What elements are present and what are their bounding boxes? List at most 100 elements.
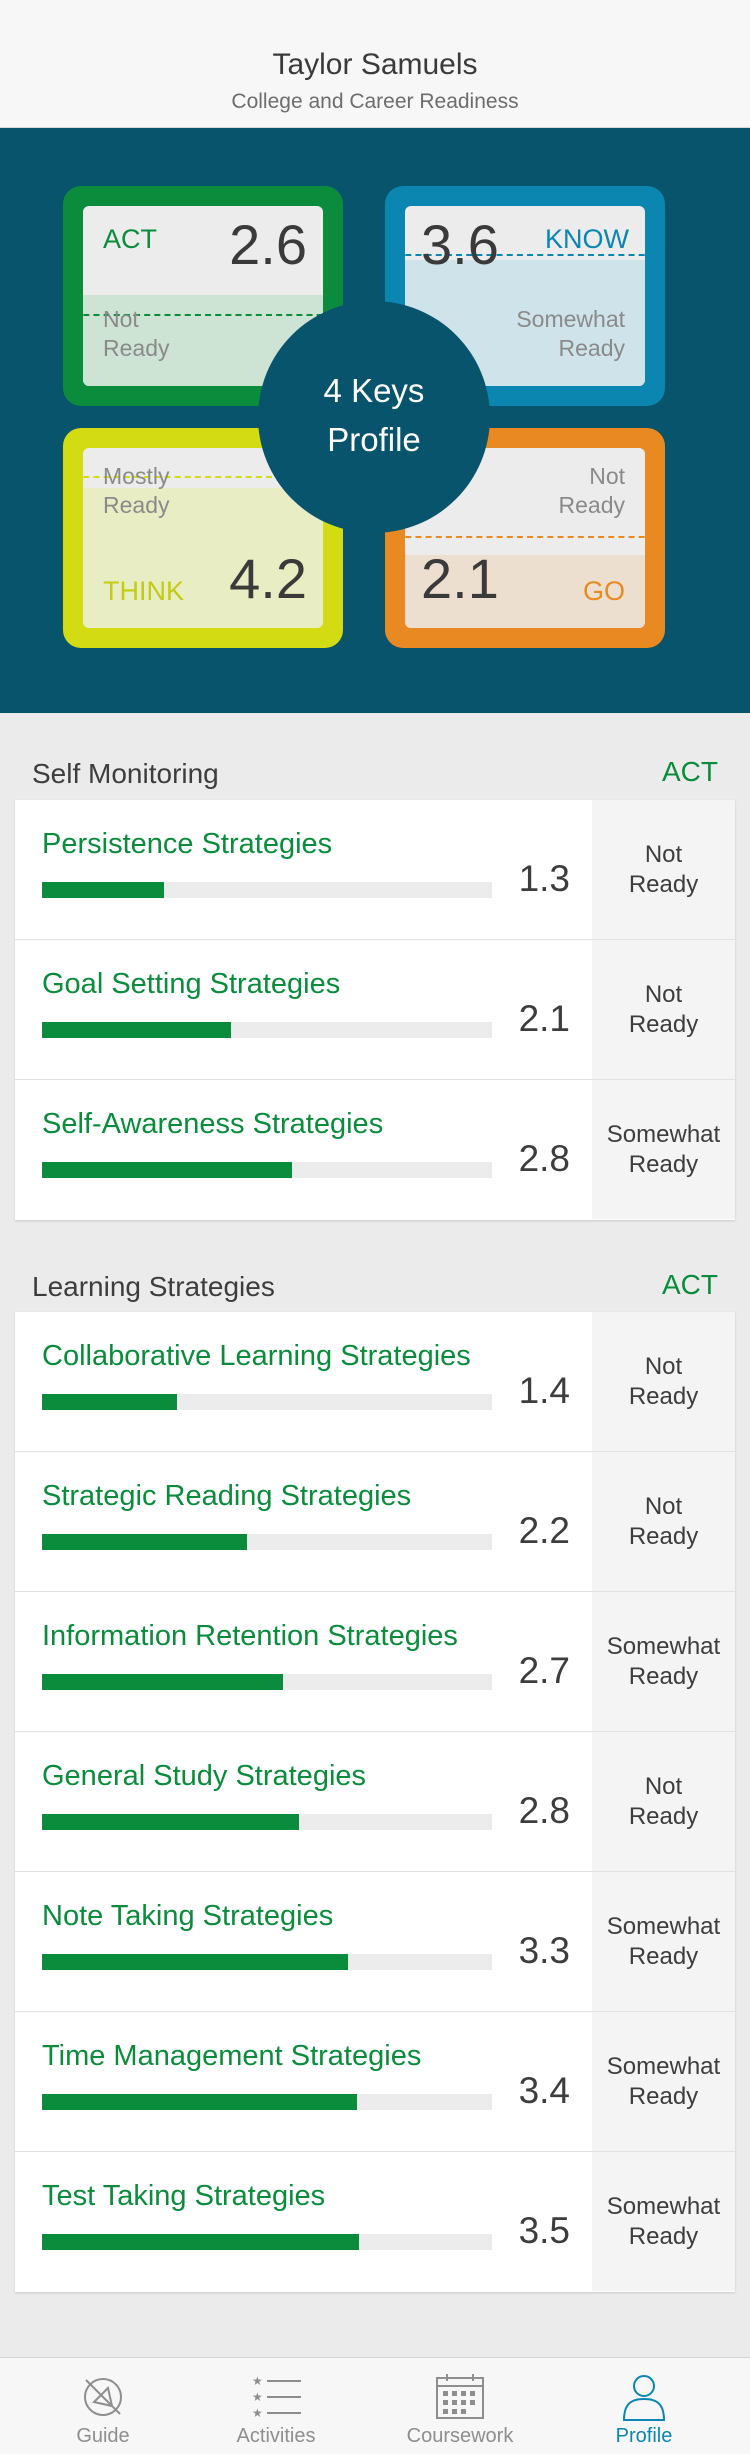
strategy-progress-bar	[42, 1814, 299, 1830]
strategy-status: Not Ready	[592, 1732, 735, 1871]
strategy-progress-track	[42, 1162, 492, 1178]
go-status: Not Ready	[558, 463, 625, 518]
svg-text:★: ★	[252, 2406, 263, 2420]
tab-label: Coursework	[406, 2425, 514, 2447]
strategy-progress-bar	[42, 2094, 357, 2110]
know-score: 3.6	[421, 213, 499, 276]
self-monitoring-header: Self Monitoring ACT	[0, 740, 750, 800]
strategy-row[interactable]: Time Management Strategies 3.4 Somewhat Rea…	[15, 2012, 735, 2152]
strategy-name: Test Taking Strategies	[42, 2180, 326, 2212]
compass-icon	[84, 2378, 122, 2416]
strategy-row[interactable]: Note Taking Strategies 3.3 Somewhat Ready	[15, 1872, 735, 2012]
strategy-progress-bar	[42, 882, 164, 898]
strategy-status: Not Ready	[592, 800, 735, 939]
calendar-icon	[436, 2374, 484, 2419]
know-status: Somewhat Ready	[516, 306, 625, 361]
tab-label: Guide	[76, 2425, 130, 2447]
profile-header: Taylor Samuels College and Career Readin…	[0, 0, 750, 128]
strategy-row[interactable]: Goal Setting Strategies 2.1 Not Ready	[15, 940, 735, 1080]
bottom-tab-bar: Guide ★ ★ ★ Activities Coursework Profil…	[0, 2357, 750, 2454]
strategy-status: Not Ready	[592, 1452, 735, 1591]
badge-line-1: 4 Keys	[323, 372, 425, 409]
strategy-name: General Study Strategies	[42, 1760, 367, 1792]
strategy-progress-track	[42, 1394, 492, 1410]
strategy-score: 2.2	[518, 1510, 570, 1551]
strategy-progress-bar	[42, 2234, 360, 2250]
strategy-progress-track	[42, 1674, 492, 1690]
strategy-progress-bar	[42, 1954, 348, 1970]
strategy-row[interactable]: Test Taking Strategies 3.5 Somewhat Ready	[15, 2152, 735, 2292]
learning-strategies-list: Collaborative Learning Strategies 1.4 Not R…	[15, 1312, 735, 2292]
list-icon: ★ ★ ★	[252, 2374, 301, 2420]
strategy-name: Goal Setting Strategies	[42, 968, 341, 1000]
tab-profile[interactable]: Profile	[550, 2358, 738, 2454]
strategy-status: Not Ready	[592, 940, 735, 1079]
self-monitoring-list: Persistence Strategies 1.3 Not Ready Goal Se…	[15, 800, 735, 1220]
strategy-progress-track	[42, 882, 492, 898]
svg-text:★: ★	[252, 2390, 263, 2404]
strategy-progress-track	[42, 1954, 492, 1970]
strategy-name: Note Taking Strategies	[42, 1900, 334, 1932]
strategy-score: 1.4	[518, 1370, 570, 1411]
strategy-row[interactable]: Strategic Reading Strategies 2.2 Not Ready	[15, 1452, 735, 1592]
strategy-name: Self-Awareness Strategies	[42, 1108, 384, 1140]
tab-coursework[interactable]: Coursework	[366, 2358, 554, 2454]
strategy-progress-bar	[42, 1534, 247, 1550]
profile-subtitle: College and Career Readiness	[231, 90, 519, 113]
tab-guide[interactable]: Guide	[9, 2358, 197, 2454]
section-title: Self Monitoring	[32, 758, 219, 789]
strategy-row[interactable]: Collaborative Learning Strategies 1.4 Not R…	[15, 1312, 735, 1452]
strategy-score: 3.3	[518, 1930, 570, 1971]
think-score: 4.2	[229, 547, 307, 610]
badge-line-2: Profile	[327, 421, 421, 458]
strategy-score: 3.5	[518, 2210, 570, 2251]
think-status: Mostly Ready	[103, 463, 170, 518]
strategy-progress-track	[42, 1814, 492, 1830]
strategy-name: Strategic Reading Strategies	[42, 1480, 412, 1512]
strategy-name: Persistence Strategies	[42, 828, 333, 860]
strategy-score: 2.7	[518, 1650, 570, 1691]
person-icon	[622, 2375, 666, 2421]
strategy-progress-track	[42, 2234, 492, 2250]
strategy-name: Collaborative Learning Strategies	[42, 1340, 471, 1372]
learning-strategies-header: Learning Strategies ACT	[0, 1253, 750, 1313]
strategy-progress-track	[42, 1534, 492, 1550]
strategy-status: Somewhat Ready	[592, 2152, 735, 2291]
strategy-row[interactable]: Self-Awareness Strategies 2.8 Somewhat Read…	[15, 1080, 735, 1220]
strategy-row[interactable]: Persistence Strategies 1.3 Not Ready	[15, 800, 735, 940]
act-title: ACT	[103, 224, 157, 254]
go-score: 2.1	[421, 547, 499, 610]
section-title: Learning Strategies	[32, 1271, 275, 1302]
strategy-score: 1.3	[518, 858, 570, 899]
tab-activities[interactable]: ★ ★ ★ Activities	[182, 2358, 370, 2454]
go-threshold-line	[405, 536, 645, 538]
tab-label: Activities	[236, 2425, 316, 2447]
go-title: GO	[582, 576, 625, 606]
strategy-progress-bar	[42, 1162, 292, 1178]
four-keys-profile-badge[interactable]: 4 Keys Profile	[258, 301, 490, 533]
section-key: ACT	[662, 1269, 718, 1300]
svg-text:★: ★	[252, 2374, 263, 2388]
strategy-name: Time Management Strategies	[42, 2040, 422, 2072]
strategy-status: Not Ready	[592, 1312, 735, 1451]
act-status: Not Ready	[103, 306, 170, 361]
student-name: Taylor Samuels	[272, 48, 478, 81]
strategy-progress-bar	[42, 1674, 283, 1690]
strategy-score: 2.1	[518, 998, 570, 1039]
tab-label: Profile	[615, 2425, 673, 2447]
strategy-score: 2.8	[518, 1790, 570, 1831]
strategy-progress-bar	[42, 1022, 231, 1038]
think-title: THINK	[103, 576, 184, 606]
strategy-status: Somewhat Ready	[592, 1080, 735, 1219]
section-key: ACT	[662, 756, 718, 787]
strategy-row[interactable]: Information Retention Strategies 2.7 Somew…	[15, 1592, 735, 1732]
strategy-score: 2.8	[518, 1138, 570, 1179]
strategy-score: 3.4	[518, 2070, 570, 2111]
strategy-status: Somewhat Ready	[592, 1872, 735, 2011]
strategy-row[interactable]: General Study Strategies 2.8 Not Ready	[15, 1732, 735, 1872]
strategy-progress-track	[42, 1022, 492, 1038]
strategy-status: Somewhat Ready	[592, 1592, 735, 1731]
know-title: KNOW	[545, 224, 629, 254]
act-score: 2.6	[229, 213, 307, 276]
strategy-progress-track	[42, 2094, 492, 2110]
